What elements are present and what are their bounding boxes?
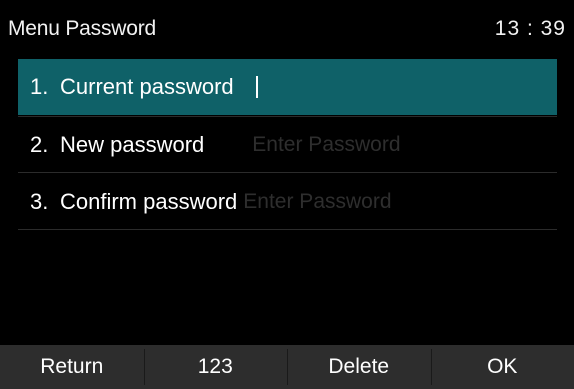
ok-button[interactable]: OK [430,345,574,389]
phone-screen: Menu Password 13 : 39 1. Current passwor… [0,0,574,389]
softkey-bar: Return 123 Delete OK [0,345,574,389]
page-title: Menu Password [8,16,156,40]
confirm-password-row[interactable]: 3. Confirm password Enter Password [18,174,557,230]
current-password-row[interactable]: 1. Current password [18,59,557,115]
current-password-field[interactable] [255,72,258,102]
delete-button[interactable]: Delete [287,345,431,389]
status-header: Menu Password 13 : 39 [0,0,574,57]
clock: 13 : 39 [494,16,566,40]
row-number: 3. [30,188,49,214]
row-number: 1. [30,74,49,99]
return-button[interactable]: Return [0,345,144,389]
new-password-row[interactable]: 2. New password Enter Password [18,117,557,173]
confirm-password-field[interactable]: Enter Password [243,187,391,217]
new-password-field[interactable]: Enter Password [252,130,400,160]
row-number: 2. [30,131,49,157]
text-cursor [255,76,258,98]
new-password-label: New password [60,131,205,157]
input-mode-button[interactable]: 123 [143,345,288,389]
current-password-label: Current password [60,74,234,99]
confirm-password-label: Confirm password [60,188,238,214]
